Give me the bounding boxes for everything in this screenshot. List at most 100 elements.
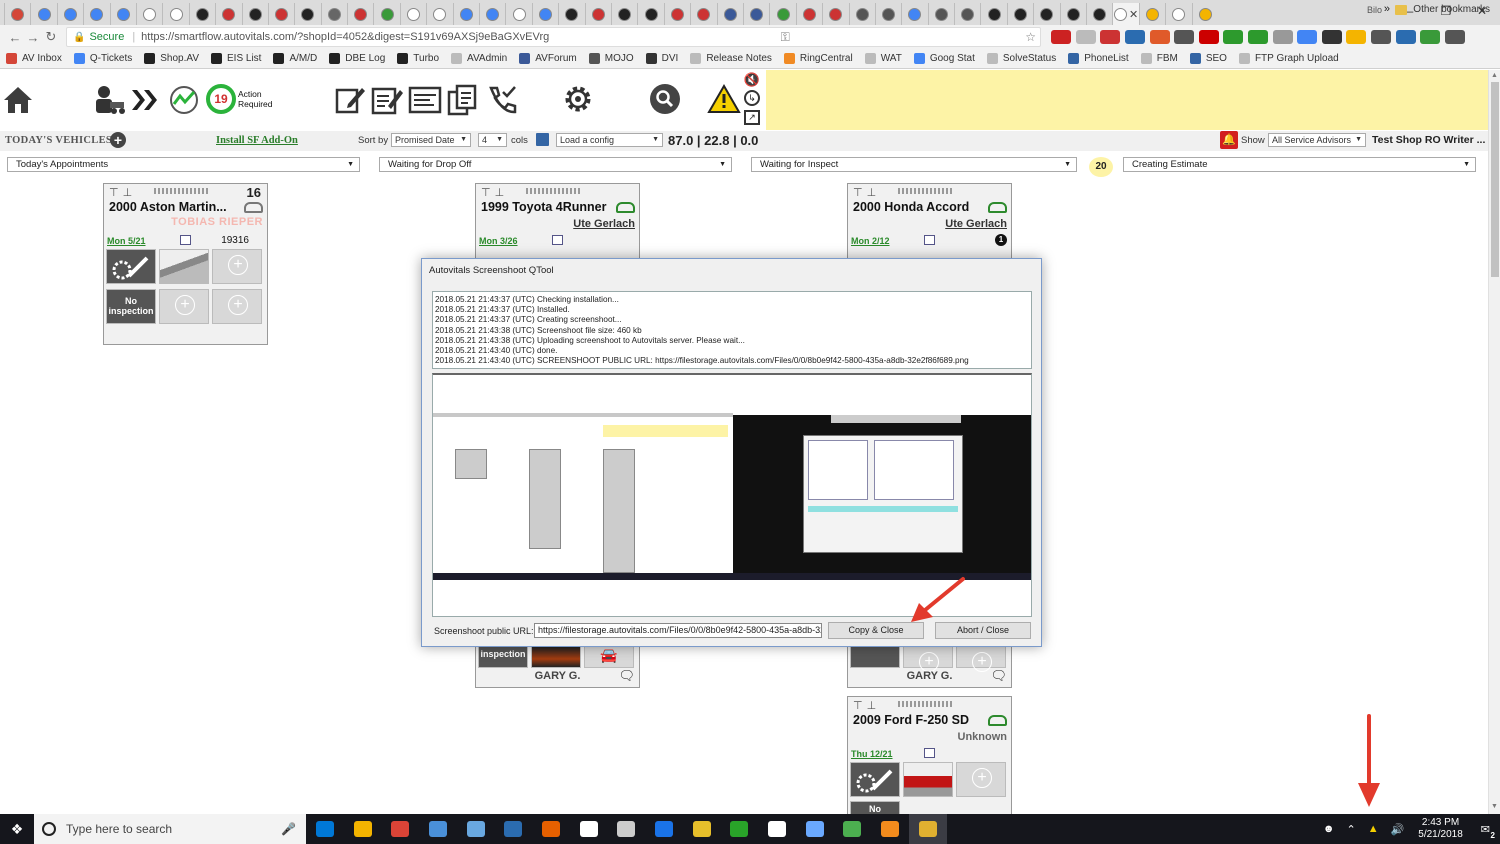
vehicle-card[interactable]: ⊤⊥ 16 2000 Aston Martin... TOBIAS RIEPER… bbox=[103, 183, 268, 345]
promised-date[interactable]: Mon 2/12 bbox=[851, 236, 890, 246]
browser-tab[interactable] bbox=[954, 3, 980, 25]
browser-tab[interactable] bbox=[109, 3, 136, 25]
volume-icon[interactable]: 🔊 bbox=[1391, 823, 1405, 836]
technician-name[interactable]: GARY G. bbox=[848, 670, 1011, 682]
browser-tab[interactable] bbox=[215, 3, 241, 25]
add-photo-tile[interactable] bbox=[903, 646, 953, 672]
scroll-thumb[interactable] bbox=[1491, 82, 1499, 277]
taskbar-app-icon[interactable] bbox=[721, 814, 759, 844]
calendar-icon[interactable] bbox=[552, 235, 563, 245]
info-count-badge[interactable]: 1 bbox=[995, 234, 1007, 246]
car-status-icon[interactable] bbox=[988, 715, 1007, 726]
advisor-filter-select[interactable]: All Service Advisors ▼ bbox=[1268, 133, 1366, 147]
drag-handle[interactable] bbox=[898, 701, 954, 707]
key-icon[interactable]: ⚿ bbox=[781, 30, 794, 45]
report-icon[interactable] bbox=[408, 86, 442, 114]
drag-handle[interactable] bbox=[526, 188, 582, 194]
public-url-input[interactable]: https://filestorage.autovitals.com/Files… bbox=[534, 623, 822, 638]
windows-start-icon[interactable]: ❖ bbox=[0, 814, 34, 844]
notification-center-icon[interactable]: ✉ 2 bbox=[1481, 823, 1496, 840]
warning-report-icon[interactable] bbox=[707, 84, 741, 114]
pin-icons[interactable]: ⊤⊥ bbox=[481, 186, 508, 199]
chart-small-icon[interactable]: ↗ bbox=[744, 110, 760, 125]
vehicle-title[interactable]: 2000 Aston Martin... bbox=[109, 200, 227, 214]
column-select-today[interactable]: Today's Appointments ▼ bbox=[7, 157, 360, 172]
advisor-name[interactable]: Unknown bbox=[958, 731, 1008, 743]
add-photo-tile[interactable] bbox=[956, 762, 1006, 797]
browser-tab[interactable] bbox=[742, 3, 769, 25]
browser-tab[interactable] bbox=[1059, 3, 1086, 25]
technician-icon[interactable] bbox=[92, 84, 126, 116]
shop-writer-label[interactable]: Test Shop RO Writer ... bbox=[1372, 134, 1485, 146]
alert-bell-icon[interactable]: 🔔 bbox=[1220, 131, 1238, 149]
clock-icon[interactable]: ↳ bbox=[744, 90, 760, 106]
back-icon[interactable]: ← bbox=[6, 30, 24, 45]
browser-tab[interactable] bbox=[822, 3, 848, 25]
bookmark-item[interactable]: Shop.AV bbox=[144, 53, 199, 64]
advisor-name[interactable]: Ute Gerlach bbox=[945, 218, 1007, 230]
bookmark-item[interactable]: A/M/D bbox=[273, 53, 317, 64]
drag-handle[interactable] bbox=[898, 188, 954, 194]
action-required-badge[interactable]: 19 bbox=[206, 84, 236, 114]
vehicle-photo-tile[interactable] bbox=[159, 249, 209, 284]
browser-tab[interactable] bbox=[584, 3, 611, 25]
browser-tab[interactable] bbox=[426, 3, 452, 25]
promised-date[interactable]: Mon 3/26 bbox=[479, 236, 518, 246]
browser-tab[interactable] bbox=[267, 3, 294, 25]
browser-tab[interactable] bbox=[1191, 3, 1218, 25]
bookmark-item[interactable]: EIS List bbox=[211, 53, 261, 64]
checklist-edit-icon[interactable] bbox=[370, 84, 404, 116]
install-addon-link[interactable]: Install SF Add-On bbox=[216, 135, 298, 146]
no-inspection-tile[interactable]: No inspection bbox=[106, 289, 156, 324]
phone-check-icon[interactable] bbox=[486, 84, 518, 116]
action-required-label[interactable]: Action Required bbox=[238, 89, 273, 109]
car-tile[interactable]: 🚘 bbox=[584, 646, 634, 668]
bookmark-item[interactable]: SEO bbox=[1189, 53, 1227, 64]
extension-icon[interactable] bbox=[1100, 30, 1121, 44]
advisor-name[interactable]: TOBIAS RIEPER bbox=[171, 216, 263, 228]
bookmark-item[interactable]: WAT bbox=[864, 53, 902, 64]
no-inspection-tile[interactable]: No bbox=[850, 801, 900, 815]
cols-select[interactable]: 4 ▼ bbox=[478, 133, 507, 147]
browser-tab[interactable] bbox=[610, 3, 637, 25]
extension-icon[interactable] bbox=[1371, 30, 1392, 44]
scroll-up-icon[interactable]: ▲ bbox=[1491, 72, 1498, 79]
column-select-dropoff[interactable]: Waiting for Drop Off ▼ bbox=[379, 157, 732, 172]
browser-tab[interactable] bbox=[4, 3, 30, 25]
browser-tab[interactable] bbox=[769, 3, 795, 25]
bookmark-item[interactable]: DBE Log bbox=[329, 53, 385, 64]
extension-icon[interactable] bbox=[1174, 30, 1195, 44]
taskbar-app-icon[interactable] bbox=[796, 814, 834, 844]
extension-icon[interactable] bbox=[1223, 30, 1244, 44]
browser-tab[interactable] bbox=[1138, 3, 1165, 25]
performance-icon[interactable] bbox=[168, 84, 200, 116]
scroll-down-icon[interactable]: ▼ bbox=[1491, 803, 1498, 810]
home-icon[interactable] bbox=[2, 84, 34, 116]
add-photo-tile[interactable] bbox=[212, 249, 262, 284]
taskbar-search[interactable]: Type here to search 🎤 bbox=[34, 814, 306, 844]
browser-tab[interactable] bbox=[716, 3, 743, 25]
browser-tab[interactable] bbox=[901, 3, 927, 25]
extension-icon[interactable] bbox=[1297, 30, 1318, 44]
extension-icon[interactable] bbox=[1444, 30, 1465, 44]
tray-overflow-icon[interactable]: ⌃ bbox=[1346, 823, 1355, 836]
browser-tab[interactable] bbox=[399, 3, 426, 25]
log-output[interactable]: 2018.05.21 21:43:37 (UTC) Checking insta… bbox=[432, 291, 1032, 369]
bookmark-item[interactable]: SolveStatus bbox=[986, 53, 1056, 64]
tray-warning-icon[interactable]: ▲ bbox=[1368, 823, 1379, 835]
inspection-tile[interactable]: inspection bbox=[478, 646, 528, 668]
reload-icon[interactable]: ↻ bbox=[42, 29, 60, 45]
extension-icon[interactable] bbox=[1051, 30, 1072, 44]
taskbar-app-icon[interactable] bbox=[871, 814, 909, 844]
extension-icon[interactable] bbox=[1125, 30, 1146, 44]
browser-tab[interactable] bbox=[135, 3, 162, 25]
browser-tab[interactable] bbox=[294, 3, 320, 25]
photo-tile[interactable] bbox=[531, 646, 581, 668]
bookmark-item[interactable]: AV Inbox bbox=[6, 53, 62, 64]
microphone-icon[interactable]: 🎤 bbox=[281, 822, 296, 836]
vehicle-title[interactable]: 1999 Toyota 4Runner bbox=[481, 200, 607, 214]
taskbar-clock[interactable]: 2:43 PM 5/21/2018 bbox=[1418, 817, 1463, 841]
sort-by-select[interactable]: Promised Date ▼ bbox=[391, 133, 471, 147]
pin-icons[interactable]: ⊤⊥ bbox=[853, 186, 880, 199]
vehicle-title[interactable]: 2000 Honda Accord bbox=[853, 200, 969, 214]
